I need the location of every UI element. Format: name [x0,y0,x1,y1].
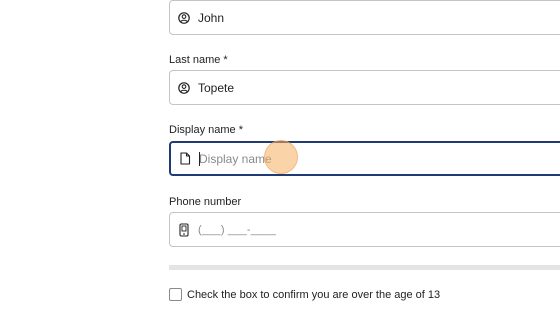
user-circle-icon [176,10,192,26]
phone-mask: (___) ___-____ [198,223,277,236]
phone-icon [176,222,192,238]
first-name-field[interactable]: John [169,0,560,35]
phone-field[interactable]: (___) ___-____ [169,212,560,247]
section-divider [169,265,560,270]
phone-label: Phone number [169,196,242,208]
age-confirm-row[interactable]: Check the box to confirm you are over th… [169,288,440,301]
last-name-field[interactable]: Topete [169,70,560,105]
display-name-label: Display name * [169,124,243,136]
display-name-field[interactable] [169,141,560,176]
signup-form: John Last name * Topete Display name * P… [0,0,560,315]
cursor-highlight [264,140,298,174]
age-confirm-label[interactable]: Check the box to confirm you are over th… [187,289,440,301]
last-name-label: Last name * [169,54,228,66]
age-confirm-checkbox[interactable] [169,288,182,301]
user-circle-icon [176,80,192,96]
first-name-value: John [198,10,225,25]
document-icon [177,151,193,167]
display-name-input[interactable] [199,151,499,166]
last-name-value: Topete [198,80,235,95]
